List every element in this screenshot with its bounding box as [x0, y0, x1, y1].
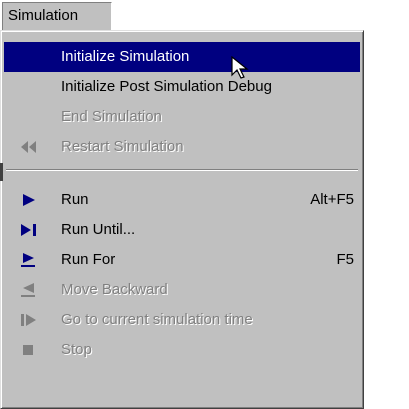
rewind-icon [20, 140, 38, 154]
simulation-dropdown: Initialize Simulation Initialize Post Si… [0, 30, 364, 409]
simulation-menu-label: Simulation [8, 7, 79, 24]
menu-item-run-for[interactable]: Run For F5 [4, 245, 360, 275]
menu-item-label: Restart Simulation [61, 138, 184, 155]
menu-item-label: Run For [61, 251, 116, 268]
menu-item-label: End Simulation [61, 108, 162, 125]
go-to-current-icon [20, 313, 38, 327]
menu-separator [6, 169, 358, 171]
menu-item-label: Run [61, 191, 89, 208]
play-icon [20, 193, 38, 207]
menu-item-go-to-current-simulation-time[interactable]: Go to current simulation time [4, 305, 360, 335]
menu-item-end-simulation[interactable]: End Simulation [4, 102, 360, 132]
menu-item-stop[interactable]: Stop [4, 335, 360, 365]
menu-item-shortcut: Alt+F5 [310, 191, 354, 208]
stop-icon [20, 343, 38, 357]
menu-item-label: Initialize Simulation [61, 48, 190, 65]
underlying-window-edge [0, 163, 3, 181]
menu-item-restart-simulation[interactable]: Restart Simulation [4, 132, 360, 162]
menu-item-shortcut: F5 [336, 251, 354, 268]
play-to-bar-icon [20, 223, 38, 237]
menu-item-initialize-post-simulation-debug[interactable]: Initialize Post Simulation Debug [4, 72, 360, 102]
menu-item-label: Run Until... [61, 221, 136, 238]
simulation-menu[interactable]: Simulation [2, 2, 112, 30]
menu-item-move-backward[interactable]: Move Backward [4, 275, 360, 305]
menu-item-label: Go to current simulation time [61, 311, 253, 328]
play-underline-icon [20, 253, 38, 267]
menu-item-label: Move Backward [61, 281, 168, 298]
menu-item-initialize-simulation[interactable]: Initialize Simulation [4, 42, 360, 72]
menu-item-run[interactable]: Run Alt+F5 [4, 185, 360, 215]
menu-item-label: Stop [61, 341, 92, 358]
menu-bar: Simulation [0, 0, 409, 30]
menu-item-run-until[interactable]: Run Until... [4, 215, 360, 245]
mouse-cursor-icon [230, 55, 252, 80]
step-back-icon [20, 283, 38, 297]
